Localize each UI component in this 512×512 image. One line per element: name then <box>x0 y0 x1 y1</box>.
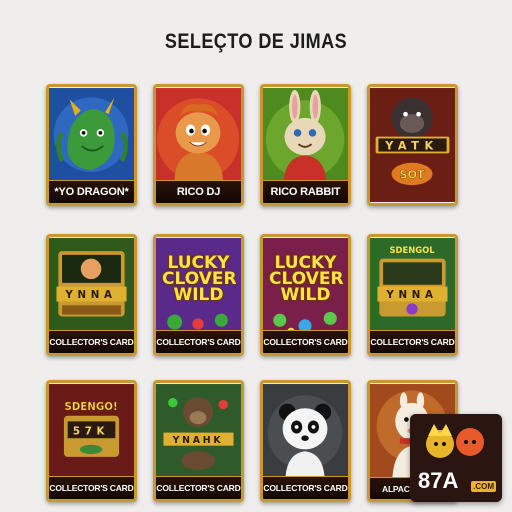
reel-text: YNAHK <box>172 435 224 446</box>
card-label: COLLECTOR'S CARD <box>156 476 241 499</box>
page-title: SELEÇTO DE JIMAS <box>164 30 348 53</box>
gorilla-slot-art: YATK SOT <box>370 88 455 202</box>
sign-text: SDENGO! <box>64 401 117 413</box>
card-label: COLLECTOR'S CARD <box>156 330 241 353</box>
card-label: COLLECTOR'S CARD <box>49 476 134 499</box>
card-label: COLLECTOR'S CARD <box>263 330 348 353</box>
game-card-collector-4[interactable]: SDENGOL YNNA COLLECTOR'S CARD <box>367 234 458 356</box>
game-card-collector-1[interactable]: YNNA COLLECTOR'S CARD <box>46 234 137 356</box>
game-card-rico-rabbit[interactable]: RICO RABBIT <box>260 84 351 206</box>
reel-text: YNNA <box>385 289 437 301</box>
brand-badge[interactable]: 87A .COM <box>410 414 502 502</box>
card-label: COLLECTOR'S CARD <box>263 476 348 499</box>
card-label: *YO DRAGON* <box>49 180 134 203</box>
reel-text: YNNA <box>64 289 116 301</box>
game-card-collector-2[interactable]: LUCKY CLOVER WILD COLLECTOR'S CARD <box>153 234 244 356</box>
game-card-collector-3[interactable]: LUCKY CLOVER WILD COLLECTOR'S CARD <box>260 234 351 356</box>
game-card-collector-7[interactable]: COLLECTOR'S CARD <box>260 380 351 502</box>
sign-text: SOT <box>399 169 425 182</box>
reel-text: 57K <box>73 425 109 437</box>
card-label: RICO DJ <box>156 180 241 203</box>
game-card-gorilla-slot[interactable]: YATK SOT <box>367 84 458 206</box>
lucky-clover-title: LUCKY CLOVER WILD <box>269 253 344 306</box>
game-card-collector-5[interactable]: SDENGO! 57K COLLECTOR'S CARD <box>46 380 137 502</box>
card-label: RICO RABBIT <box>263 180 348 203</box>
brand-tag: .COM <box>471 481 496 492</box>
reel-text: YATK <box>384 140 439 153</box>
card-label: COLLECTOR'S CARD <box>49 330 134 353</box>
game-card-yo-dragon[interactable]: *YO DRAGON* <box>46 84 137 206</box>
card-label: COLLECTOR'S CARD <box>370 330 455 353</box>
lucky-clover-title: LUCKY CLOVER WILD <box>162 253 237 306</box>
game-card-rico-dj[interactable]: RICO DJ <box>153 84 244 206</box>
game-card-collector-6[interactable]: YNAHK COLLECTOR'S CARD <box>153 380 244 502</box>
game-grid: *YO DRAGON* RICO DJ RICO RABBIT YATK SOT… <box>46 84 462 504</box>
sign-text: SDENGOL <box>389 245 435 255</box>
